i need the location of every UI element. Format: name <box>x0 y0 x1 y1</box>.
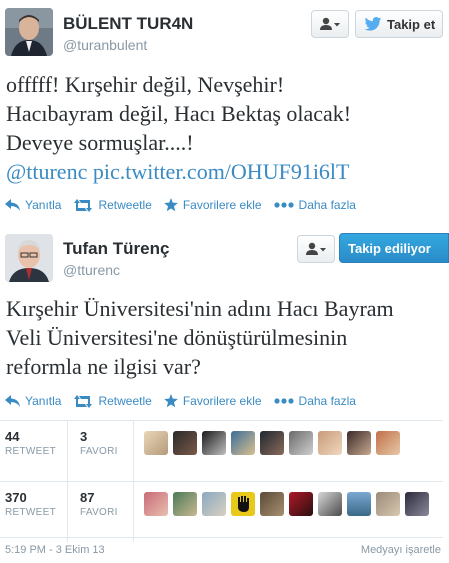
avatar[interactable] <box>5 8 53 56</box>
reply-icon <box>5 395 20 407</box>
divider <box>133 421 134 481</box>
username[interactable]: @turanbulent <box>63 37 147 53</box>
avatar[interactable] <box>347 431 371 455</box>
avatar[interactable] <box>144 492 168 516</box>
reply-label: Yanıtla <box>25 394 62 408</box>
avatar[interactable] <box>289 431 313 455</box>
more-label: Daha fazla <box>298 394 356 408</box>
retweet-icon <box>74 394 93 408</box>
retweeter-avatars <box>144 492 434 516</box>
user-icon <box>306 242 326 255</box>
retweet-label: Retweetle <box>98 198 152 212</box>
reply-action[interactable]: Yanıtla <box>5 198 61 212</box>
avatar[interactable] <box>173 431 197 455</box>
avatar[interactable] <box>289 492 313 516</box>
tweet-text-line: reformla ne ilgisi var? <box>6 354 201 379</box>
more-dots-icon <box>273 202 294 208</box>
favorite-count-label: FAVORI <box>80 507 118 518</box>
reply-action[interactable]: Yanıtla <box>5 394 61 408</box>
divider <box>133 482 134 542</box>
display-name[interactable]: Tufan Türenç <box>63 239 169 259</box>
favorite-count-label: FAVORI <box>80 446 118 457</box>
avatar[interactable] <box>260 431 284 455</box>
favoriter-avatars <box>144 431 405 455</box>
more-action[interactable]: Daha fazla <box>273 198 356 212</box>
retweet-icon <box>74 198 93 212</box>
tweet-text-line: offfff! Kırşehir değil, Nevşehir! <box>6 72 285 97</box>
avatar[interactable] <box>202 492 226 516</box>
favorite-count[interactable]: 87 FAVORI <box>80 490 118 518</box>
divider <box>0 537 443 538</box>
follow-button[interactable]: Takip et <box>355 10 443 38</box>
username[interactable]: @tturenc <box>63 262 120 278</box>
favorite-label: Favorilere ekle <box>182 198 262 212</box>
retweet-count[interactable]: 370 RETWEET <box>5 490 56 518</box>
tweet-actions: Yanıtla Retweetle Favorilere ekle Daha f… <box>5 195 368 215</box>
hand-icon <box>238 496 249 512</box>
rabia-sign-avatar[interactable] <box>231 492 255 516</box>
avatar[interactable] <box>318 492 342 516</box>
favorite-action[interactable]: Favorilere ekle <box>164 394 262 408</box>
more-label: Daha fazla <box>298 198 356 212</box>
favorite-count-value: 3 <box>80 429 88 444</box>
twitter-bird-icon <box>364 17 382 31</box>
retweet-count-label: RETWEET <box>5 446 56 457</box>
avatar[interactable] <box>405 492 429 516</box>
tweet-text-line: Deveye sormuşlar....! <box>6 130 194 155</box>
avatar[interactable] <box>5 234 53 282</box>
avatar[interactable] <box>173 492 197 516</box>
favorite-action[interactable]: Favorilere ekle <box>164 198 262 212</box>
tweet-text-line: Hacıbayram değil, Hacı Bektaş olacak! <box>6 101 352 126</box>
tweet-footer: 5:19 PM - 3 Ekim 13 Medyayı işaretle <box>0 544 449 560</box>
tweet-text-line: Veli Üniversitesi'ne dönüştürülmesinin <box>6 325 348 350</box>
divider <box>67 421 68 481</box>
tweet-actions: Yanıtla Retweetle Favorilere ekle Daha f… <box>5 391 368 411</box>
avatar[interactable] <box>260 492 284 516</box>
avatar[interactable] <box>376 431 400 455</box>
avatar[interactable] <box>376 492 400 516</box>
favorite-count-value: 87 <box>80 490 95 505</box>
avatar[interactable] <box>318 431 342 455</box>
user-actions-button[interactable] <box>311 10 349 38</box>
avatar[interactable] <box>144 431 168 455</box>
timestamp[interactable]: 5:19 PM - 3 Ekim 13 <box>5 544 105 556</box>
display-name[interactable]: BÜLENT TUR4N <box>63 14 193 34</box>
flag-media-link[interactable]: Medyayı işaretle <box>361 544 441 556</box>
tweet-text: offfff! Kırşehir değil, Nevşehir! Hacıba… <box>6 70 446 186</box>
avatar[interactable] <box>202 431 226 455</box>
user-icon <box>320 17 340 30</box>
tweet-text-line: Kırşehir Üniversitesi'nin adını Hacı Bay… <box>6 296 394 321</box>
following-button[interactable]: Takip ediliyor <box>339 233 449 263</box>
avatar[interactable] <box>347 492 371 516</box>
star-icon <box>164 394 178 408</box>
stats-row-1: 44 RETWEET 3 FAVORI <box>0 421 443 481</box>
retweet-count-label: RETWEET <box>5 507 56 518</box>
reply-icon <box>5 199 20 211</box>
mention-link[interactable]: @tturenc <box>6 159 87 184</box>
tweet-text: Kırşehir Üniversitesi'nin adını Hacı Bay… <box>6 294 446 381</box>
reply-label: Yanıtla <box>25 198 62 212</box>
favorite-count[interactable]: 3 FAVORI <box>80 429 118 457</box>
pic-link[interactable]: pic.twitter.com/OHUF91i6lT <box>93 159 350 184</box>
more-dots-icon <box>273 398 294 404</box>
retweet-action[interactable]: Retweetle <box>73 198 152 212</box>
retweet-count-value: 370 <box>5 490 27 505</box>
favorite-label: Favorilere ekle <box>182 394 262 408</box>
following-label: Takip ediliyor <box>348 240 431 256</box>
stats-row-2: 370 RETWEET 87 FAVORI <box>0 482 443 542</box>
retweet-count[interactable]: 44 RETWEET <box>5 429 56 457</box>
divider <box>67 482 68 542</box>
user-actions-button[interactable] <box>297 235 335 263</box>
retweet-count-value: 44 <box>5 429 20 444</box>
retweet-label: Retweetle <box>98 394 152 408</box>
star-icon <box>164 198 178 212</box>
follow-label: Takip et <box>387 16 436 32</box>
more-action[interactable]: Daha fazla <box>273 394 356 408</box>
avatar[interactable] <box>231 431 255 455</box>
retweet-action[interactable]: Retweetle <box>73 394 152 408</box>
